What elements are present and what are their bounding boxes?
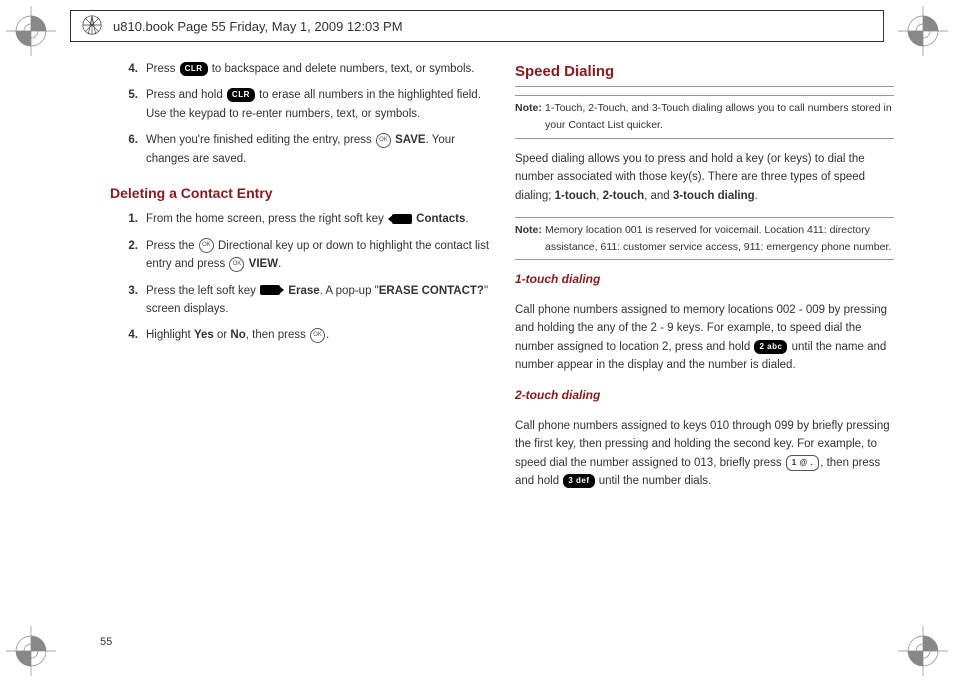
key-1-icon: 1 @ . [786,455,819,471]
right-softkey-icon [392,214,412,224]
del-step-3: 3. Press the left soft key Erase. A pop-… [110,282,489,319]
key-3def-icon: 3 def [563,474,594,488]
star-icon [81,14,103,39]
left-column: 4. Press CLR to backspace and delete num… [100,60,489,622]
crop-mark-tr [898,6,948,56]
clr-key-icon: CLR [227,88,255,102]
del-step-2: 2. Press the OK Directional key up or do… [110,237,489,274]
step-5: 5. Press and hold CLR to erase all numbe… [110,86,489,123]
heading-2touch: 2-touch dialing [515,386,894,405]
note-2: Note: Memory location 001 is reserved fo… [515,217,894,261]
note-1: Note: 1-Touch, 2-Touch, and 3-Touch dial… [515,95,894,139]
crop-mark-bl [6,626,56,676]
page-number: 55 [100,636,112,648]
ok-key-icon: OK [310,328,325,343]
header-text: u810.book Page 55 Friday, May 1, 2009 12… [113,19,403,34]
crop-mark-tl [6,6,56,56]
ok-key-icon: OK [229,257,244,272]
clr-key-icon: CLR [180,62,208,76]
crop-mark-br [898,626,948,676]
page-body: 4. Press CLR to backspace and delete num… [100,60,894,622]
2touch-body: Call phone numbers assigned to keys 010 … [515,417,894,491]
edit-steps-cont: 4. Press CLR to backspace and delete num… [110,60,489,168]
del-step-1: 1. From the home screen, press the right… [110,210,489,228]
step-4: 4. Press CLR to backspace and delete num… [110,60,489,78]
key-2abc-icon: 2 abc [754,340,787,354]
right-column: Speed Dialing Note: 1-Touch, 2-Touch, an… [515,60,894,622]
directional-key-icon: OK [199,238,214,253]
left-softkey-icon [260,285,280,295]
1touch-body: Call phone numbers assigned to memory lo… [515,301,894,375]
step-6: 6. When you're finished editing the entr… [110,131,489,168]
delete-steps: 1. From the home screen, press the right… [110,210,489,344]
speed-intro: Speed dialing allows you to press and ho… [515,150,894,205]
heading-deleting-contact: Deleting a Contact Entry [110,182,489,204]
heading-speed-dialing: Speed Dialing [515,60,894,87]
del-step-4: 4. Highlight Yes or No, then press OK. [110,326,489,344]
heading-1touch: 1-touch dialing [515,270,894,289]
page-header-bar: u810.book Page 55 Friday, May 1, 2009 12… [70,10,884,42]
ok-key-icon: OK [376,133,391,148]
